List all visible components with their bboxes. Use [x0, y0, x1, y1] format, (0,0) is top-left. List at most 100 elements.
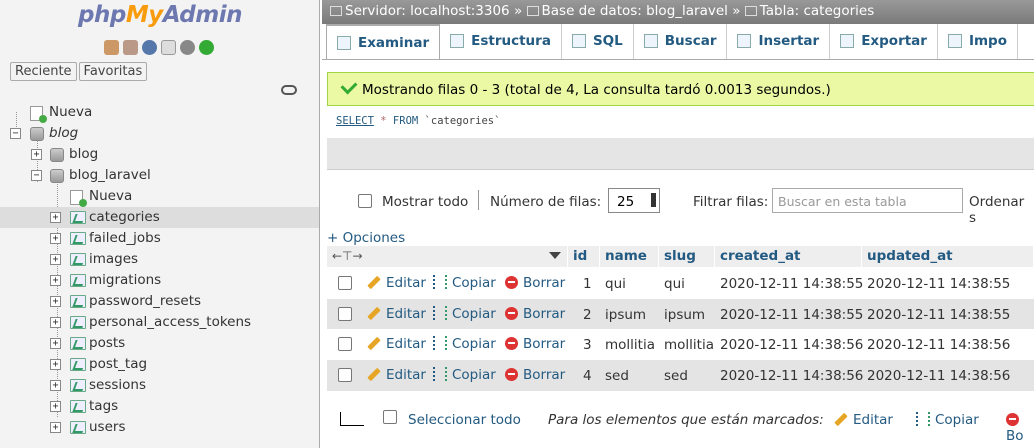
table-icon[interactable]: [70, 358, 86, 371]
tree-item-label[interactable]: failed_jobs: [89, 230, 161, 246]
select-all-label[interactable]: Seleccionar todo: [408, 412, 521, 428]
breadcrumb-table[interactable]: Tabla: categories: [760, 3, 874, 19]
table-cell-created-at[interactable]: 2020-12-11 14:38:56: [720, 337, 863, 353]
copy-row-link[interactable]: Copiar: [433, 336, 496, 352]
tab-structure[interactable]: Estructura: [440, 24, 562, 59]
table-cell-id[interactable]: 4: [583, 368, 592, 384]
tree-item-label[interactable]: blog: [49, 125, 78, 141]
table-cell-created-at[interactable]: 2020-12-11 14:38:55: [720, 276, 863, 292]
expand-icon[interactable]: +: [50, 275, 61, 286]
table-cell-name[interactable]: ipsum: [605, 307, 646, 323]
table-cell-id[interactable]: 1: [583, 276, 592, 292]
table-cell-created-at[interactable]: 2020-12-11 14:38:56: [720, 368, 863, 384]
table-icon[interactable]: [70, 337, 86, 350]
breadcrumb-database[interactable]: Base de datos: blog_laravel: [542, 3, 728, 19]
help-icon[interactable]: [142, 40, 157, 55]
copy-row-link[interactable]: Copiar: [433, 366, 496, 383]
tab-export[interactable]: Exportar: [830, 24, 938, 59]
edit-row-link[interactable]: Editar: [367, 306, 426, 322]
tree-item-label[interactable]: post_tag: [89, 356, 147, 372]
table-icon[interactable]: [70, 232, 86, 245]
tree-item-label[interactable]: migrations: [89, 272, 161, 288]
table-icon[interactable]: [70, 379, 86, 392]
tree-table-images[interactable]: + images: [0, 249, 319, 270]
table-icon[interactable]: [70, 421, 86, 434]
column-header[interactable]: created_at: [715, 246, 862, 267]
tree-table-failed-jobs[interactable]: + failed_jobs: [0, 228, 319, 249]
expand-icon[interactable]: +: [50, 422, 61, 433]
tree-database-blog[interactable]: + blog: [0, 144, 319, 165]
tree-table-personal-access-tokens[interactable]: + personal_access_tokens: [0, 312, 319, 333]
column-header[interactable]: updated_at: [862, 246, 1034, 267]
table-icon[interactable]: [70, 253, 86, 266]
settings-icon[interactable]: [180, 40, 195, 55]
select-all-checkbox[interactable]: [383, 410, 397, 424]
logout-icon[interactable]: [123, 40, 138, 55]
tree-table-categories[interactable]: + categories: [0, 207, 319, 228]
table-icon[interactable]: [70, 274, 86, 287]
tree-new-database[interactable]: Nueva: [0, 102, 319, 123]
column-header[interactable]: id: [568, 246, 600, 267]
tree-table-tags[interactable]: + tags: [0, 396, 319, 417]
breadcrumb-server[interactable]: Servidor: localhost:3306: [345, 3, 510, 19]
delete-row-link[interactable]: Borrar: [505, 336, 565, 352]
bulk-edit-button[interactable]: Editar: [834, 412, 893, 428]
phpmyadmin-logo[interactable]: phpMyAdmin: [78, 2, 242, 28]
table-cell-updated-at[interactable]: 2020-12-11 14:38:55: [867, 276, 1010, 292]
tree-table-post-tag[interactable]: + post_tag: [0, 354, 319, 375]
tab-sql[interactable]: SQL: [562, 24, 634, 59]
table-icon[interactable]: [70, 400, 86, 413]
tree-table-posts[interactable]: + posts: [0, 333, 319, 354]
bulk-copy-button[interactable]: Copiar: [916, 412, 979, 428]
docs-icon[interactable]: [161, 40, 176, 55]
row-checkbox[interactable]: [338, 276, 352, 290]
table-cell-slug[interactable]: sed: [664, 368, 688, 384]
tree-database-blog-laravel[interactable]: − blog_laravel: [0, 165, 319, 186]
tree-new-table[interactable]: Nueva: [0, 186, 319, 207]
table-cell-name[interactable]: mollitia: [605, 337, 655, 353]
tree-item-label[interactable]: Nueva: [89, 188, 132, 204]
tree-server-blog[interactable]: − blog: [0, 123, 319, 144]
expand-icon[interactable]: +: [50, 296, 61, 307]
expand-icon[interactable]: +: [31, 149, 42, 160]
edit-row-link[interactable]: Editar: [367, 275, 426, 291]
copy-row-link[interactable]: Copiar: [433, 305, 496, 322]
tree-table-users[interactable]: + users: [0, 417, 319, 438]
tree-item-label[interactable]: personal_access_tokens: [89, 314, 251, 330]
expand-icon[interactable]: +: [50, 359, 61, 370]
reload-icon[interactable]: [199, 40, 214, 55]
table-cell-slug[interactable]: mollitia: [664, 337, 714, 353]
tab-insert[interactable]: Insertar: [727, 24, 831, 59]
edit-row-link[interactable]: Editar: [367, 367, 426, 383]
tab-browse[interactable]: Examinar: [326, 24, 441, 59]
collapse-icon[interactable]: −: [31, 170, 42, 181]
table-cell-id[interactable]: 3: [583, 337, 592, 353]
expand-icon[interactable]: +: [50, 212, 61, 223]
tree-table-migrations[interactable]: + migrations: [0, 270, 319, 291]
home-icon[interactable]: [104, 40, 119, 55]
expand-icon[interactable]: +: [50, 380, 61, 391]
tree-table-password-resets[interactable]: + password_resets: [0, 291, 319, 312]
tree-item-label[interactable]: Nueva: [49, 104, 92, 120]
table-icon[interactable]: [70, 211, 86, 224]
tree-item-label[interactable]: password_resets: [89, 293, 201, 309]
tab-import[interactable]: Impo: [938, 24, 1018, 59]
copy-row-link[interactable]: Copiar: [433, 275, 496, 291]
link-with-main-panel-icon[interactable]: [281, 85, 297, 95]
column-resize-icon[interactable]: ←⊤→: [332, 249, 363, 263]
delete-row-link[interactable]: Borrar: [505, 275, 565, 291]
filter-rows-input[interactable]: Buscar en esta tabla: [772, 188, 963, 213]
tree-item-label[interactable]: categories: [89, 209, 160, 225]
favorites-button[interactable]: Favoritas: [78, 62, 148, 81]
collapse-icon[interactable]: −: [10, 128, 21, 139]
options-link[interactable]: + Opciones: [327, 230, 405, 246]
bulk-delete-button[interactable]: Bo: [1006, 412, 1034, 444]
table-cell-id[interactable]: 2: [583, 307, 592, 323]
delete-row-link[interactable]: Borrar: [505, 306, 565, 322]
table-cell-created-at[interactable]: 2020-12-11 14:38:55: [720, 307, 863, 323]
tree-table-sessions[interactable]: + sessions: [0, 375, 319, 396]
tree-item-label[interactable]: tags: [89, 398, 118, 414]
table-icon[interactable]: [70, 295, 86, 308]
column-header[interactable]: name: [600, 246, 659, 267]
expand-icon[interactable]: +: [50, 401, 61, 412]
